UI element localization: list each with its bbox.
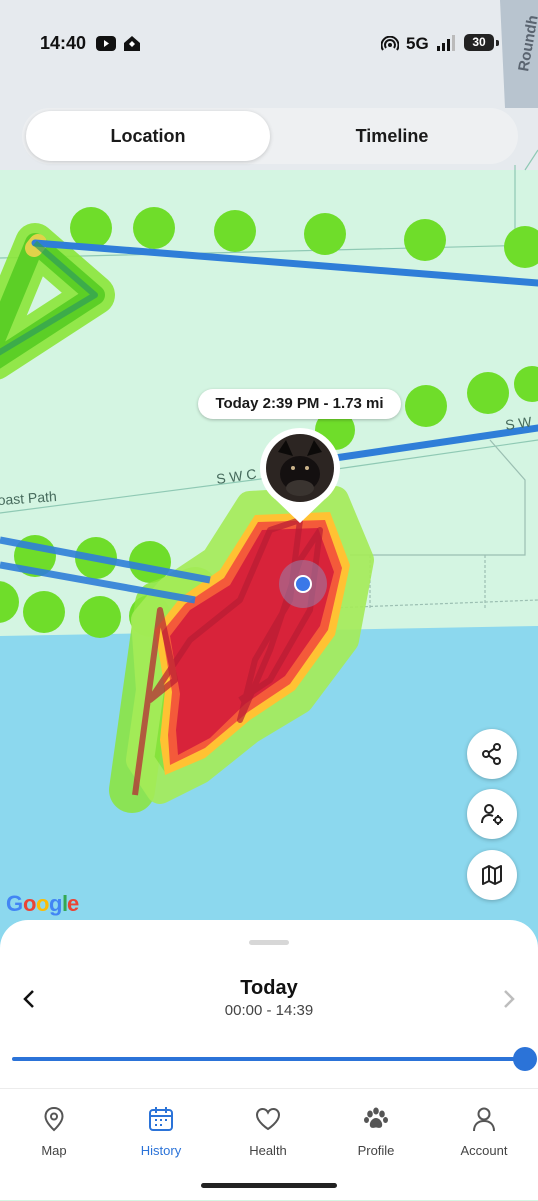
tab-account[interactable]: Account <box>430 1089 538 1169</box>
status-time: 14:40 <box>40 33 87 53</box>
person-locate-icon <box>481 804 503 825</box>
signal-icon <box>436 35 458 56</box>
selected-date: Today <box>240 977 298 999</box>
locate-pet-button[interactable] <box>467 789 517 839</box>
sheet-handle[interactable] <box>249 940 289 945</box>
heart-icon <box>255 1107 281 1131</box>
tab-timeline[interactable]: Timeline <box>270 111 514 161</box>
home-indicator[interactable] <box>201 1183 337 1188</box>
tab-map[interactable]: Map <box>0 1089 108 1169</box>
calendar-icon <box>149 1107 173 1131</box>
view-switcher: Location Timeline <box>22 108 518 164</box>
status-bar: 14:40 5G 30 <box>0 0 538 90</box>
chevron-right-icon <box>504 990 515 1008</box>
current-location-dot[interactable] <box>294 575 312 593</box>
tab-account-label: Account <box>460 1143 508 1158</box>
paw-icon <box>364 1107 388 1128</box>
tab-location[interactable]: Location <box>26 111 270 161</box>
time-range: 00:00 - 14:39 <box>224 1002 314 1019</box>
tab-health[interactable]: Health <box>214 1089 322 1169</box>
share-button[interactable] <box>467 729 517 779</box>
next-day-button[interactable] <box>500 988 518 1015</box>
svg-text:o: o <box>36 891 49 916</box>
time-slider-track[interactable] <box>12 1057 526 1061</box>
time-slider-thumb[interactable] <box>513 1047 537 1071</box>
tab-health-label: Health <box>249 1143 287 1158</box>
google-logo: G o o g l e <box>6 891 79 916</box>
person-icon <box>473 1107 495 1132</box>
youtube-icon <box>96 36 116 56</box>
map-layers-button[interactable] <box>467 850 517 900</box>
svg-text:G: G <box>6 891 23 916</box>
svg-text:o: o <box>23 891 36 916</box>
tab-profile-label: Profile <box>357 1143 395 1158</box>
network-type: 5G <box>406 34 429 53</box>
tab-profile[interactable]: Profile <box>322 1089 430 1169</box>
trip-summary-bubble[interactable]: Today 2:39 PM - 1.73 mi <box>198 389 401 419</box>
tab-history[interactable]: History <box>107 1089 215 1169</box>
share-icon <box>482 743 501 765</box>
battery-level: 30 <box>464 34 494 51</box>
svg-text:g: g <box>49 891 62 916</box>
map-layers-icon <box>482 865 502 885</box>
hotspot-icon <box>380 35 400 57</box>
map-pin-icon <box>44 1106 64 1132</box>
battery-tip <box>496 40 499 46</box>
tab-map-label: Map <box>41 1143 67 1158</box>
home-app-icon <box>123 35 141 57</box>
history-sheet: Today 00:00 - 14:39 Map History Health P… <box>0 920 538 1200</box>
tab-history-label: History <box>140 1143 182 1158</box>
svg-text:e: e <box>67 891 79 916</box>
